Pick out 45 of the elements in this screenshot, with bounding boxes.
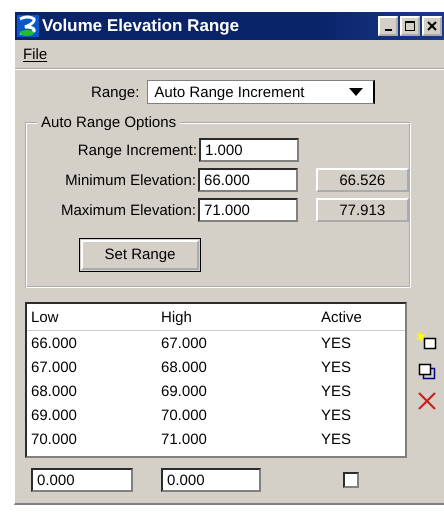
input-field[interactable]: 1.000 (199, 138, 299, 162)
field-label: Range Increment: (76, 142, 198, 158)
field-label: Maximum Elevation: (60, 202, 198, 218)
field-label: Minimum Elevation: (64, 172, 198, 188)
window-title: Volume Elevation Range (42, 16, 240, 36)
high-input-field[interactable]: 0.000 (161, 468, 261, 492)
minimize-button[interactable] (378, 16, 398, 36)
input-field[interactable]: 66.000 (198, 168, 298, 192)
app-logo-icon (17, 15, 39, 37)
table-cell-text: YES (321, 430, 352, 448)
menu-item[interactable]: File (23, 46, 48, 62)
table-cell-text: YES (321, 358, 352, 376)
table-cell-text: 68.000 (161, 358, 208, 376)
close-icon (427, 21, 437, 31)
table-cell-text: 69.000 (30, 406, 78, 424)
table-cell-text: 66.000 (30, 334, 78, 352)
value-button[interactable]: 77.913 (316, 198, 409, 222)
set-range-button[interactable]: Set Range (79, 238, 201, 272)
range-dropdown[interactable]: Auto Range Increment (147, 80, 376, 104)
table-cell-text: 67.000 (30, 358, 78, 376)
table-cell-text: 71.000 (161, 430, 208, 448)
group-title: Auto Range Options (37, 114, 180, 131)
low-input-field[interactable]: 0.000 (31, 468, 133, 492)
active-checkbox[interactable] (343, 472, 359, 488)
column-header: Active (321, 308, 363, 326)
maximize-button[interactable] (400, 16, 420, 36)
range-label: Range: (91, 84, 140, 100)
value-button[interactable]: 66.526 (316, 168, 409, 192)
delete-icon[interactable] (415, 390, 439, 412)
table-cell-text: 69.000 (161, 382, 208, 400)
table-cell-text: YES (321, 382, 352, 400)
table-cell-text: 68.000 (30, 382, 78, 400)
table-cell-text: 70.000 (30, 430, 78, 448)
table-cell-text: YES (321, 334, 352, 352)
add-icon[interactable] (415, 330, 439, 352)
column-header: High (161, 308, 193, 326)
table-cell-text: 67.000 (161, 334, 208, 352)
close-button[interactable] (422, 16, 442, 36)
maximize-icon (404, 20, 416, 32)
table-cell-text: YES (321, 406, 352, 424)
column-header: Low (30, 308, 60, 326)
input-field[interactable]: 71.000 (198, 198, 298, 222)
minimize-icon (384, 29, 392, 31)
dropdown-arrow-icon (349, 88, 364, 96)
table-cell-text: 70.000 (161, 406, 208, 424)
